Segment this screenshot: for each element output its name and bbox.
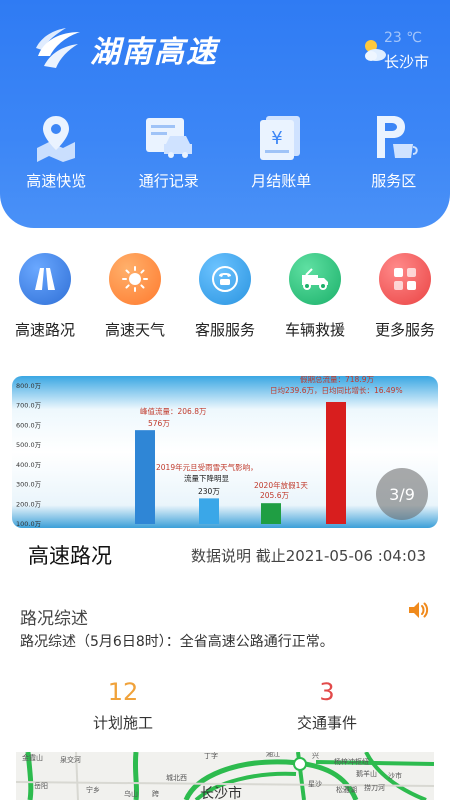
header: 湖南高速 23 ℃ 长沙市 高速快览 通行记录 ¥ 月结账单 服务区 bbox=[0, 0, 450, 228]
section-title: 高速路况 bbox=[28, 544, 112, 568]
service-item-weather[interactable]: 高速天气 bbox=[90, 253, 180, 340]
stat-value: 12 bbox=[107, 678, 139, 706]
speaker-icon[interactable] bbox=[406, 598, 430, 622]
map-place-label: 星沙 bbox=[308, 780, 322, 788]
carousel-page-indicator: 3/9 bbox=[376, 468, 428, 520]
stat-planned-construction[interactable]: 12 计划施工 bbox=[48, 678, 198, 733]
map-place-label: 金霞山 bbox=[22, 753, 43, 762]
annotation-snow-value: 230万 bbox=[198, 487, 220, 496]
quick-item-monthly-bill[interactable]: ¥ 月结账单 bbox=[225, 112, 338, 191]
y-tick-label: 100.0万 bbox=[16, 520, 42, 528]
city-name: 长沙市 bbox=[384, 53, 430, 71]
quick-label: 月结账单 bbox=[251, 172, 312, 190]
stat-traffic-events[interactable]: 3 交通事件 bbox=[252, 678, 402, 733]
tow-truck-icon bbox=[302, 268, 328, 290]
temperature: 23 ℃ bbox=[384, 30, 422, 46]
service-circle bbox=[19, 253, 71, 305]
map-place-label: 兴 bbox=[312, 752, 319, 760]
service-circle bbox=[109, 253, 161, 305]
logo-text: 湖南高速 bbox=[90, 35, 218, 70]
chart-bar bbox=[135, 430, 155, 524]
service-label: 更多服务 bbox=[374, 321, 435, 339]
car-record-icon bbox=[145, 118, 192, 158]
service-circle bbox=[199, 253, 251, 305]
annotation-peak-value: 576万 bbox=[148, 419, 170, 428]
quick-label: 服务区 bbox=[371, 172, 417, 190]
map-canvas: 金霞山 泉交河 丁字 湘江 兴杨梓冲枢纽鹅羊山捞刀河沙市 城北西岳阳 长沙市 星沙松雅湖 乌山 跨… bbox=[16, 752, 434, 800]
map-place-label: 宁乡 bbox=[86, 785, 100, 794]
stat-label: 计划施工 bbox=[92, 714, 153, 732]
quick-item-service-area[interactable]: 服务区 bbox=[338, 112, 450, 191]
road-summary-title: 路况综述 bbox=[20, 609, 88, 629]
stat-label: 交通事件 bbox=[296, 714, 357, 732]
map-place-label: 杨梓冲枢纽 bbox=[334, 757, 369, 766]
phone-icon bbox=[212, 266, 238, 292]
service-item-vehicle-rescue[interactable]: 车辆救援 bbox=[270, 253, 360, 340]
map-place-label: 泉交河 bbox=[60, 755, 81, 764]
yen-bill-icon: ¥ bbox=[260, 116, 301, 160]
quick-actions: 高速快览 通行记录 ¥ 月结账单 服务区 bbox=[0, 112, 450, 191]
map-place-label: 松雅湖 bbox=[336, 785, 357, 794]
road-summary-text: 路况综述（5月6日8时）：全省高速公路通行正常。 bbox=[20, 634, 334, 650]
y-tick-label: 200.0万 bbox=[16, 500, 42, 508]
annotation-2020-label: 2020年放假1天 bbox=[254, 480, 308, 490]
annotation-top-line2: 日均239.6万，日均同比增长：16.49% bbox=[270, 385, 403, 395]
map-place-label: 捞刀河 bbox=[364, 783, 385, 792]
map-place-label: 岳阳 bbox=[34, 781, 48, 790]
svg-text:¥: ¥ bbox=[272, 128, 283, 149]
annotation-snow-line1: 2019年元旦受雨雪天气影响， bbox=[156, 462, 258, 472]
map-place-label: 跨 bbox=[152, 789, 159, 798]
annotation-top-line1: 假期总流量：718.9万 bbox=[300, 376, 374, 384]
map-pin-icon bbox=[37, 116, 76, 162]
map-place-label: 乌山 bbox=[124, 789, 138, 798]
sun-icon bbox=[122, 266, 148, 292]
stat-value: 3 bbox=[319, 678, 335, 706]
map-place-label: 长沙市 bbox=[200, 785, 242, 800]
map-place-label: 丁字 bbox=[204, 752, 218, 760]
service-item-more[interactable]: 更多服务 bbox=[360, 253, 450, 340]
y-tick-label: 300.0万 bbox=[16, 481, 42, 489]
logo-swoosh-icon bbox=[36, 28, 80, 68]
traffic-banner[interactable]: 800.0万 700.0万 600.0万 500.0万 400.0万 300.0万 200.… bbox=[12, 376, 438, 528]
quick-item-travel-records[interactable]: 通行记录 bbox=[113, 112, 226, 191]
chart-bar bbox=[261, 503, 281, 524]
service-circle bbox=[289, 253, 341, 305]
service-item-road-status[interactable]: 高速路况 bbox=[0, 253, 90, 340]
annotation-peak-label: 峰值流量：206.8万 bbox=[140, 406, 207, 416]
y-tick-label: 600.0万 bbox=[16, 421, 42, 429]
traffic-bar-chart: 800.0万 700.0万 600.0万 500.0万 400.0万 300.0万 200.… bbox=[16, 376, 403, 528]
service-label: 高速路况 bbox=[14, 321, 75, 339]
y-tick-label: 400.0万 bbox=[16, 461, 42, 469]
service-label: 车辆救援 bbox=[284, 321, 345, 339]
road-icon bbox=[35, 268, 55, 290]
service-label: 高速天气 bbox=[104, 321, 165, 339]
service-label: 客服服务 bbox=[194, 321, 255, 339]
map-place-label: 沙市 bbox=[388, 771, 402, 780]
app-logo: 湖南高速 bbox=[34, 26, 218, 72]
map-place-label: 城北西 bbox=[166, 774, 187, 782]
service-circle bbox=[379, 253, 431, 305]
chart-bar bbox=[199, 498, 219, 524]
traffic-map[interactable]: 金霞山 泉交河 丁字 湘江 兴杨梓冲枢纽鹅羊山捞刀河 沙市 城北西岳阳 长沙市 星沙松雅湖 乌山 跨… bbox=[16, 752, 434, 800]
y-tick-label: 800.0万 bbox=[16, 382, 42, 390]
map-place-label: 湘江 bbox=[266, 752, 280, 758]
quick-label: 高速快览 bbox=[26, 172, 87, 190]
annotation-2020-value: 205.6万 bbox=[260, 491, 289, 500]
data-note-link[interactable]: 数据说明 截止2021-05-06 :04:03 bbox=[191, 545, 426, 566]
weather-widget[interactable]: 23 ℃ 长沙市 bbox=[360, 30, 438, 74]
grid-icon bbox=[394, 268, 416, 290]
chart-bar bbox=[326, 401, 346, 524]
annotation-snow-line2: 流量下降明显 bbox=[184, 473, 229, 483]
y-tick-label: 700.0万 bbox=[16, 402, 42, 410]
parking-coffee-icon bbox=[376, 116, 418, 158]
quick-label: 通行记录 bbox=[138, 172, 199, 190]
map-place-label: 鹅羊山 bbox=[356, 769, 377, 778]
service-menu: 高速路况 高速天气 客服服务 车辆救援 更多服务 bbox=[0, 253, 450, 340]
y-tick-label: 500.0万 bbox=[16, 441, 42, 449]
service-item-customer-service[interactable]: 客服服务 bbox=[180, 253, 270, 340]
quick-item-highway-overview[interactable]: 高速快览 bbox=[0, 112, 113, 191]
